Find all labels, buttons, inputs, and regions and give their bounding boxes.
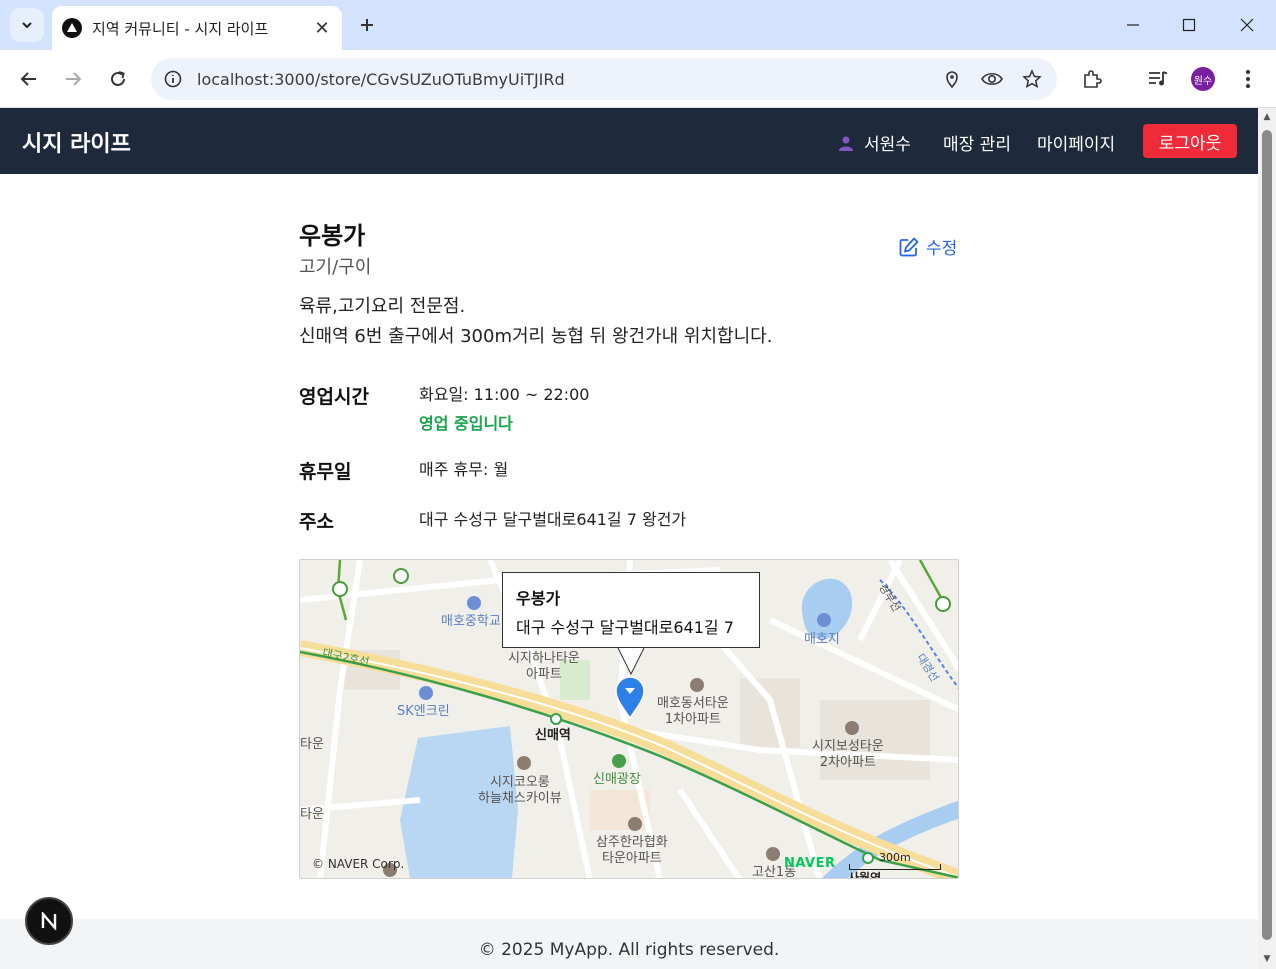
map-label: 사월역 xyxy=(848,871,882,879)
nextjs-logo-icon xyxy=(41,912,57,930)
map-scale-label: 300m xyxy=(879,851,911,864)
user-icon xyxy=(839,136,853,151)
profile-avatar[interactable]: 원수 xyxy=(1191,67,1215,91)
map-scale-bar xyxy=(849,864,941,870)
map-copyright: © NAVER Corp. xyxy=(312,857,405,871)
close-icon xyxy=(1240,18,1254,32)
maximize-icon xyxy=(1182,18,1196,32)
user-name: 서원수 xyxy=(864,135,911,155)
close-icon[interactable]: ✕ xyxy=(312,18,332,39)
map-label: SK엔크린 xyxy=(397,704,450,719)
edit-button[interactable]: 수정 xyxy=(898,234,957,259)
description-line: 신매역 6번 출구에서 300m거리 농협 뒤 왕건가내 위치합니다. xyxy=(299,326,773,347)
window-close-button[interactable] xyxy=(1232,10,1262,40)
url-text[interactable]: localhost:3000/store/CGvSUZuOTuBmyUiTJIR… xyxy=(197,70,937,89)
minimize-icon xyxy=(1127,24,1139,26)
store-map[interactable]: 매호중학교 매호지 대구2호선 경부선 대경선 시지하나타운 아파트 SK엔크린 … xyxy=(299,559,959,879)
address-value: 대구 수성구 달구벌대로641길 7 왕건가 xyxy=(419,510,687,529)
page-scrollbar[interactable]: ▲ ▼ xyxy=(1258,108,1276,969)
site-info-icon[interactable] xyxy=(161,67,185,91)
store-category: 고기/구이 xyxy=(299,257,372,278)
browser-tabstrip: 지역 커뮤니티 - 시지 라이프 ✕ xyxy=(0,0,1276,50)
kebab-menu-icon[interactable] xyxy=(1233,64,1263,94)
map-label: 매호중학교 xyxy=(441,614,501,629)
logout-button[interactable]: 로그아웃 xyxy=(1143,124,1237,158)
address-label: 주소 xyxy=(299,511,334,533)
header-user: 서원수 xyxy=(838,130,911,155)
scroll-up-icon[interactable]: ▲ xyxy=(1262,112,1272,122)
map-info-popup: 우봉가 대구 수성구 달구벌대로641길 7 xyxy=(502,572,760,648)
map-label: 시지하나타운 아파트 xyxy=(508,651,580,682)
browser-tab[interactable]: 지역 커뮤니티 - 시지 라이프 ✕ xyxy=(52,6,342,50)
map-label: 시지보성타운 2차아파트 xyxy=(812,739,884,770)
tab-title: 지역 커뮤니티 - 시지 라이프 xyxy=(92,19,269,38)
map-label: 타운 xyxy=(300,807,324,822)
map-label: 시지코오롱 하늘채스카이뷰 xyxy=(478,775,562,806)
hours-label: 영업시간 xyxy=(299,386,369,408)
open-status-badge: 영업 중입니다 xyxy=(419,414,513,433)
map-label: 타운 xyxy=(300,737,324,752)
closed-day-value: 매주 휴무: 월 xyxy=(419,460,509,479)
nav-store-manage[interactable]: 매장 관리 xyxy=(943,130,1011,155)
extensions-icon[interactable] xyxy=(1077,64,1107,94)
map-label: 매호지 xyxy=(804,632,840,647)
reload-icon xyxy=(111,71,125,86)
description-line: 육류,고기요리 전문점. xyxy=(299,296,466,317)
store-name: 우봉가 xyxy=(299,222,366,250)
nextjs-dev-indicator[interactable] xyxy=(25,897,73,945)
page-footer: © 2025 MyApp. All rights reserved. xyxy=(0,919,1258,969)
plus-icon xyxy=(361,19,373,31)
map-label: 매호동서타운 1차아파트 xyxy=(657,696,729,727)
nav-mypage[interactable]: 마이페이지 xyxy=(1037,130,1115,155)
store-description: 육류,고기요리 전문점. 신매역 6번 출구에서 300m거리 농협 뒤 왕건가… xyxy=(299,292,772,352)
browser-toolbar: localhost:3000/store/CGvSUZuOTuBmyUiTJIR… xyxy=(0,50,1276,108)
maximize-button[interactable] xyxy=(1174,10,1204,40)
map-label: 신매역 xyxy=(535,728,571,743)
edit-label: 수정 xyxy=(926,239,958,259)
scroll-down-icon[interactable]: ▼ xyxy=(1262,954,1272,964)
app-header: 시지 라이프 서원수 매장 관리 마이페이지 로그아웃 xyxy=(0,108,1258,174)
new-tab-button[interactable] xyxy=(352,10,382,40)
map-label: 신매광장 xyxy=(593,772,641,787)
popup-store-name: 우봉가 xyxy=(516,589,561,608)
location-icon[interactable] xyxy=(937,64,967,94)
scrollbar-thumb[interactable] xyxy=(1262,130,1272,940)
nextjs-favicon-icon xyxy=(62,18,82,38)
minimize-button[interactable] xyxy=(1118,10,1148,40)
bookmark-star-icon[interactable] xyxy=(1017,64,1047,94)
edit-icon xyxy=(899,237,919,256)
arrow-left-icon xyxy=(20,72,36,86)
address-bar[interactable]: localhost:3000/store/CGvSUZuOTuBmyUiTJIR… xyxy=(151,58,1057,100)
footer-text: © 2025 MyApp. All rights reserved. xyxy=(478,940,780,960)
closed-day-label: 휴무일 xyxy=(299,461,352,483)
back-button[interactable] xyxy=(14,64,44,94)
naver-logo[interactable]: NAVER xyxy=(784,856,836,871)
tab-search-button[interactable] xyxy=(10,8,44,42)
media-controls-icon[interactable] xyxy=(1143,64,1173,94)
hours-value: 화요일: 11:00 ~ 22:00 xyxy=(419,385,590,404)
arrow-right-icon xyxy=(66,72,82,86)
eye-icon[interactable] xyxy=(977,64,1007,94)
forward-button[interactable] xyxy=(58,64,88,94)
map-label: 삼주한라협화 타운아파트 xyxy=(596,835,668,866)
chevron-down-icon xyxy=(22,22,32,29)
popup-store-address: 대구 수성구 달구벌대로641길 7 xyxy=(516,618,734,637)
reload-button[interactable] xyxy=(103,64,133,94)
brand-logo[interactable]: 시지 라이프 xyxy=(22,126,131,158)
page-viewport: 시지 라이프 서원수 매장 관리 마이페이지 로그아웃 우봉가 고기/구이 수정… xyxy=(0,108,1258,969)
